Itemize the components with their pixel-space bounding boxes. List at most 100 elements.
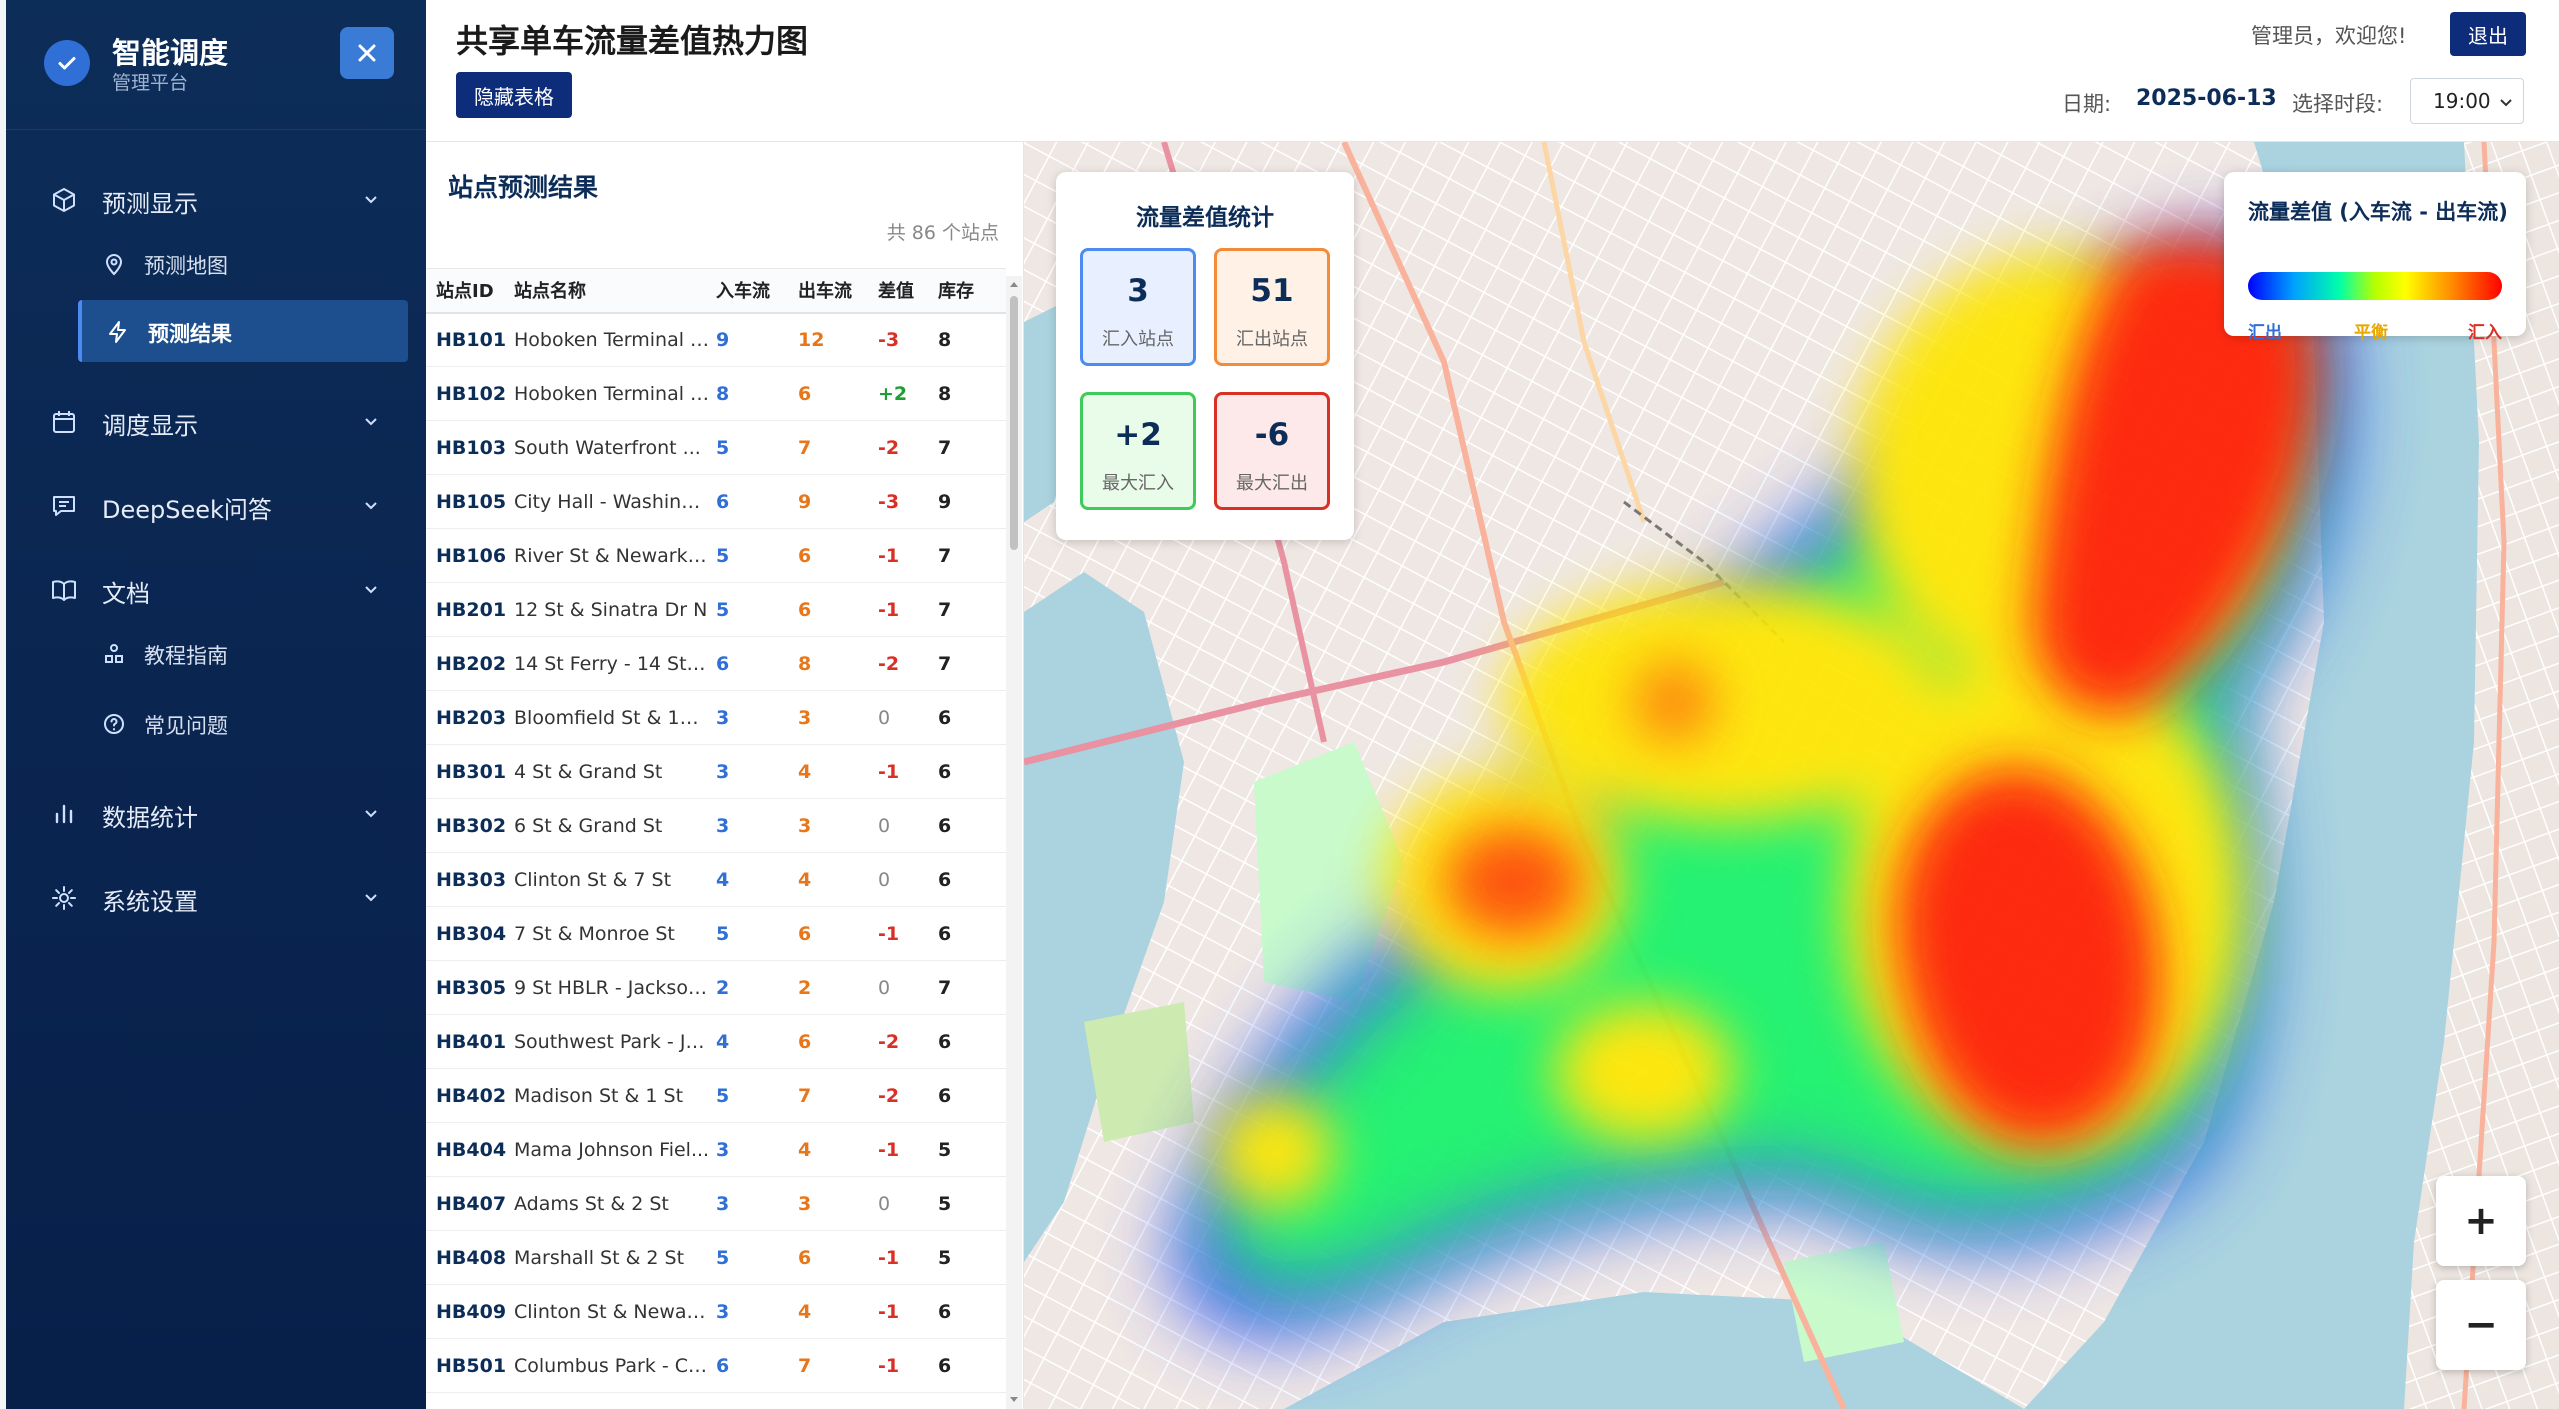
outflow-cell: 6 [798,1230,878,1285]
menu-item-deepseek[interactable]: DeepSeek问答 [6,474,426,534]
outflow-cell: 4 [798,744,878,799]
column-header[interactable]: 站点名称 [514,268,716,314]
date-label: 日期: [2062,92,2112,116]
inflow-cell: 5 [716,420,798,475]
period-label: 选择时段: [2292,92,2384,116]
table-row[interactable]: HB203 Bloomfield St & 15 St 3 3 0 6 [426,690,1006,745]
table-row[interactable]: HB409 Clinton St & Newar... 3 4 -1 6 [426,1284,1006,1339]
table-row[interactable]: HB106 River St & Newark St 5 6 -1 7 [426,528,1006,583]
zoom-in-button[interactable]: + [2436,1176,2526,1266]
station-id-cell: HB102 [426,366,514,421]
bolt-icon [109,321,126,343]
table-row[interactable]: HB501 Columbus Park - Cli... 6 7 -1 6 [426,1338,1006,1393]
table-row[interactable]: HB404 Mama Johnson Fiel... 3 4 -1 5 [426,1122,1006,1177]
table-row[interactable]: HB304 7 St & Monroe St 5 6 -1 6 [426,906,1006,961]
table-row[interactable]: HB201 12 St & Sinatra Dr N 5 6 -1 7 [426,582,1006,637]
station-id-cell: HB302 [426,798,514,853]
sub-item-tutorial[interactable]: 教程指南 [6,622,426,684]
stock-cell: 5 [938,1230,1006,1285]
column-header[interactable]: 出车流 [798,268,878,314]
scroll-up-icon[interactable] [1009,280,1019,290]
diff-cell: 0 [878,960,938,1015]
legend-mid-label: 平衡 [2354,323,2388,343]
station-name-cell: River St & Newark St [514,528,716,583]
station-id-cell: HB105 [426,474,514,529]
station-count: 共 86 个站点 [886,222,999,244]
diff-cell: -1 [878,582,938,637]
menu-item-stats[interactable]: 数据统计 [6,782,426,842]
outflow-cell: 6 [798,906,878,961]
stat-value: -6 [1254,417,1290,453]
stock-cell: 6 [938,1014,1006,1069]
heatmap-map[interactable]: 流量差值统计 3 汇入站点 51 汇出站点 +2 最大汇入 -6 最大汇出 流量… [1024,142,2559,1409]
station-name-cell: 12 St & Sinatra Dr N [514,582,716,637]
outflow-cell: 7 [798,420,878,475]
table-row[interactable]: HB408 Marshall St & 2 St 5 6 -1 5 [426,1230,1006,1285]
stock-cell: 5 [938,1176,1006,1231]
inflow-cell: 5 [716,1068,798,1123]
zoom-out-button[interactable]: − [2436,1280,2526,1370]
table-row[interactable]: HB401 Southwest Park - Ja... 4 6 -2 6 [426,1014,1006,1069]
hide-table-button[interactable]: 隐藏表格 [456,72,572,118]
table-row[interactable]: HB301 4 St & Grand St 3 4 -1 6 [426,744,1006,799]
table-row[interactable]: HB303 Clinton St & 7 St 4 4 0 6 [426,852,1006,907]
diff-cell: -1 [878,906,938,961]
menu-label: 预测显示 [102,190,198,218]
sub-item-faq[interactable]: 常见问题 [6,692,426,754]
stat-outflow-stations[interactable]: 51 汇出站点 [1214,248,1330,366]
table-row[interactable]: HB103 South Waterfront ... 5 7 -2 7 [426,420,1006,475]
inflow-cell: 4 [716,1014,798,1069]
column-header[interactable]: 库存 [938,268,1006,314]
chevron-down-icon [2500,99,2512,107]
table-row[interactable]: HB105 City Hall - Washing... 6 9 -3 9 [426,474,1006,529]
stat-label: 汇入站点 [1102,329,1174,350]
table-scrollbar[interactable] [1006,276,1022,1409]
station-id-cell: HB305 [426,960,514,1015]
book-icon [52,580,76,601]
station-id-cell: HB101 [426,312,514,367]
table-row[interactable]: HB402 Madison St & 1 St 5 7 -2 6 [426,1068,1006,1123]
logout-button[interactable]: 退出 [2450,12,2526,56]
station-name-cell: Madison St & 1 St [514,1068,716,1123]
inflow-cell: 3 [716,1176,798,1231]
stat-max-inflow[interactable]: +2 最大汇入 [1080,392,1196,510]
outflow-cell: 3 [798,690,878,745]
diff-cell: -1 [878,744,938,799]
inflow-cell: 5 [716,906,798,961]
station-name-cell: Adams St & 2 St [514,1176,716,1231]
period-select[interactable]: 19:00 [2410,78,2524,124]
menu-label: DeepSeek问答 [102,496,272,524]
table-row[interactable]: HB101 Hoboken Terminal -... 9 12 -3 8 [426,312,1006,367]
menu-item-docs[interactable]: 文档 [6,558,426,618]
stat-max-outflow[interactable]: -6 最大汇出 [1214,392,1330,510]
stock-cell: 6 [938,1284,1006,1339]
scroll-down-icon[interactable] [1009,1394,1019,1404]
stock-cell: 7 [938,420,1006,475]
menu-item-dispatch[interactable]: 调度显示 [6,390,426,450]
menu-item-predict[interactable]: 预测显示 [6,168,426,228]
table-row[interactable]: HB407 Adams St & 2 St 3 3 0 5 [426,1176,1006,1231]
brand: 智能调度 管理平台 [6,0,426,130]
table-row[interactable]: HB305 9 St HBLR - Jackson... 2 2 0 7 [426,960,1006,1015]
stat-inflow-stations[interactable]: 3 汇入站点 [1080,248,1196,366]
column-header[interactable]: 入车流 [716,268,798,314]
scroll-thumb[interactable] [1010,296,1018,550]
column-header[interactable]: 差值 [878,268,938,314]
diff-cell: -1 [878,1284,938,1339]
table-row[interactable]: HB302 6 St & Grand St 3 3 0 6 [426,798,1006,853]
menu-label: 系统设置 [102,888,198,916]
station-id-cell: HB401 [426,1014,514,1069]
station-name-cell: Marshall St & 2 St [514,1230,716,1285]
station-id-cell: HB202 [426,636,514,691]
diff-cell: -3 [878,474,938,529]
table-row[interactable]: HB102 Hoboken Terminal -... 8 6 +2 8 [426,366,1006,421]
sub-item-predict-map[interactable]: 预测地图 [6,232,426,294]
sub-item-label: 常见问题 [144,714,228,738]
outflow-cell: 6 [798,1014,878,1069]
menu-item-settings[interactable]: 系统设置 [6,866,426,926]
column-header[interactable]: 站点ID [426,268,514,314]
sub-item-predict-result[interactable]: 预测结果 [78,300,408,362]
table-row[interactable]: HB202 14 St Ferry - 14 St ... 6 8 -2 7 [426,636,1006,691]
date-value: 2025-06-13 [2136,86,2277,111]
close-sidebar-button[interactable] [340,27,394,79]
